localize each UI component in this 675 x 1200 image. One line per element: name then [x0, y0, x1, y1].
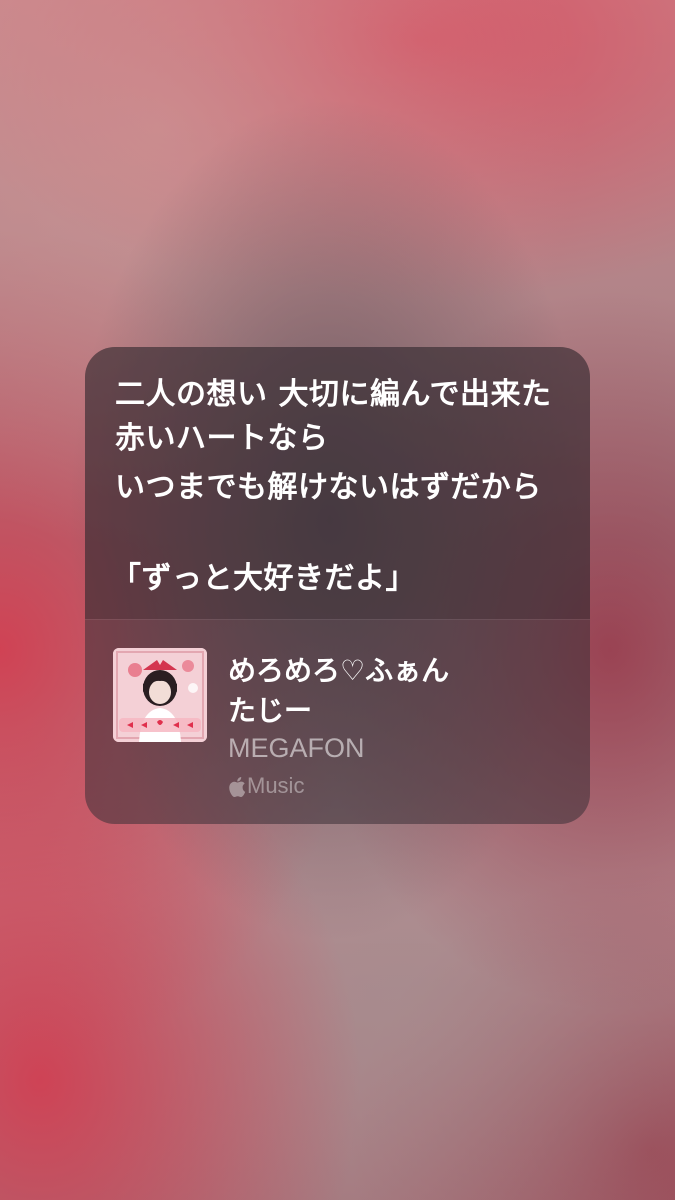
divider	[85, 619, 590, 620]
lyric-line-3: 「ずっと大好きだよ」	[111, 561, 416, 596]
apple-music-badge: Music	[228, 772, 304, 800]
track-artist: たじー	[228, 694, 313, 727]
lyrics-section: 二人の想い 大切に編んで出来た赤いハートなら いつまでも解けないはずだから 「ず…	[85, 347, 590, 619]
track-album: MEGAFON	[228, 733, 365, 763]
lyric-line-1: 二人の想い 大切に編んで出来た赤いハートなら	[115, 377, 552, 456]
lyrics-share-card[interactable]: 二人の想い 大切に編んで出来た赤いハートなら いつまでも解けないはずだから 「ず…	[85, 347, 590, 824]
track-title: めろめろ♡ふぁん	[228, 654, 450, 687]
service-label: Music	[247, 773, 305, 798]
apple-icon	[229, 776, 246, 797]
lyric-line-2: いつまでも解けないはずだから	[115, 470, 542, 505]
album-artwork-image	[113, 648, 207, 742]
album-artwork[interactable]	[113, 648, 207, 742]
